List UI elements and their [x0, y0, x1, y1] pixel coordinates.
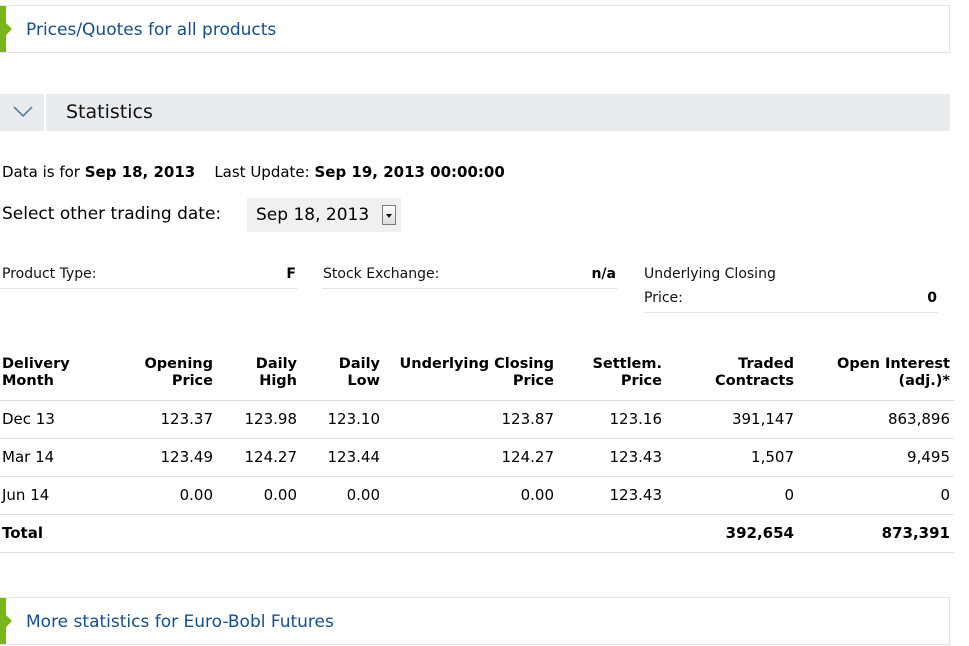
collapse-toggle-button[interactable] — [0, 94, 46, 131]
statistics-table: Delivery Month Opening Price Daily High Dai… — [0, 356, 954, 553]
empty-cell — [100, 514, 217, 553]
divider — [322, 288, 617, 289]
total-traded-contracts-cell: 392,654 — [666, 514, 798, 553]
underlying-closing-cell: 124.27 — [384, 438, 558, 477]
prices-quotes-link[interactable]: Prices/Quotes for all products — [26, 6, 276, 54]
table-row: Jun 14 0.00 0.00 0.00 0.00 123.43 0 0 — [0, 476, 954, 515]
data-is-for-label: Data is for — [2, 163, 80, 181]
empty-cell — [301, 514, 384, 553]
table-header-row: Delivery Month Opening Price Daily High Dai… — [0, 356, 954, 401]
underlying-closing-cell: 123.87 — [384, 400, 558, 439]
trading-date-label: Select other trading date: — [2, 204, 222, 224]
table-total-row: Total 392,654 873,391 — [0, 514, 954, 553]
daily-high-cell: 124.27 — [217, 438, 301, 477]
total-open-interest-cell: 873,391 — [798, 514, 954, 553]
last-update-value: Sep 19, 2013 00:00:00 — [314, 163, 505, 181]
opening-price-cell: 123.37 — [100, 400, 217, 439]
opening-price-cell: 0.00 — [100, 476, 217, 515]
chevron-down-icon — [13, 106, 33, 118]
product-type-label: Product Type: — [2, 266, 97, 282]
stock-exchange-label: Stock Exchange: — [323, 266, 440, 282]
daily-low-cell: 123.44 — [301, 438, 384, 477]
traded-contracts-cell: 1,507 — [666, 438, 798, 477]
delivery-month-cell: Jun 14 — [0, 476, 100, 515]
empty-cell — [217, 514, 301, 553]
settlement-price-cell: 123.43 — [558, 438, 666, 477]
underlying-closing-label-price: Price: — [644, 290, 683, 306]
header-opening-price: Opening Price — [100, 356, 217, 401]
daily-low-cell: 0.00 — [301, 476, 384, 515]
header-traded-contracts: Traded Contracts — [666, 356, 798, 401]
open-interest-cell: 9,495 — [798, 438, 954, 477]
opening-price-cell: 123.49 — [100, 438, 217, 477]
total-label-cell: Total — [0, 514, 100, 553]
triangle-right-icon — [6, 615, 12, 627]
open-interest-cell: 0 — [798, 476, 954, 515]
header-daily-high: Daily High — [217, 356, 301, 401]
empty-cell — [558, 514, 666, 553]
daily-high-cell: 0.00 — [217, 476, 301, 515]
delivery-month-cell: Mar 14 — [0, 438, 100, 477]
underlying-closing-label: Underlying Closing — [644, 266, 776, 282]
trading-date-value: Sep 18, 2013 — [256, 205, 370, 225]
underlying-closing-cell: 0.00 — [384, 476, 558, 515]
prices-quotes-link-box[interactable]: Prices/Quotes for all products — [0, 5, 950, 53]
traded-contracts-cell: 0 — [666, 476, 798, 515]
delivery-month-cell: Dec 13 — [0, 400, 100, 439]
last-update-label: Last Update: — [214, 163, 310, 181]
header-delivery-month: Delivery Month — [0, 356, 100, 401]
header-underlying-closing-price: Underlying Closing Price — [384, 356, 558, 401]
data-info-line: Data is for Sep 18, 2013 Last Update: Se… — [2, 163, 505, 181]
page: Prices/Quotes for all products Statistic… — [0, 0, 969, 645]
empty-cell — [384, 514, 558, 553]
triangle-right-icon — [6, 23, 12, 35]
divider — [644, 312, 938, 313]
underlying-closing-value: 0 — [927, 290, 937, 306]
header-daily-low: Daily Low — [301, 356, 384, 401]
section-title: Statistics — [66, 101, 153, 123]
daily-high-cell: 123.98 — [217, 400, 301, 439]
table-row: Dec 13 123.37 123.98 123.10 123.87 123.1… — [0, 400, 954, 439]
header-settlement-price: Settlem. Price — [558, 356, 666, 401]
settlement-price-cell: 123.43 — [558, 476, 666, 515]
open-interest-cell: 863,896 — [798, 400, 954, 439]
chevron-down-icon[interactable] — [382, 205, 396, 225]
trading-date-select[interactable]: Sep 18, 2013 — [247, 198, 401, 232]
data-date: Sep 18, 2013 — [84, 163, 196, 181]
traded-contracts-cell: 391,147 — [666, 400, 798, 439]
divider — [0, 288, 297, 289]
header-open-interest: Open Interest (adj.)* — [798, 356, 954, 401]
settlement-price-cell: 123.16 — [558, 400, 666, 439]
daily-low-cell: 123.10 — [301, 400, 384, 439]
more-statistics-link-box[interactable]: More statistics for Euro-Bobl Futures — [0, 597, 950, 645]
stock-exchange-value: n/a — [591, 266, 616, 282]
table-row: Mar 14 123.49 124.27 123.44 124.27 123.4… — [0, 438, 954, 477]
statistics-section-header: Statistics — [0, 94, 950, 131]
product-type-value: F — [286, 266, 296, 282]
more-statistics-link[interactable]: More statistics for Euro-Bobl Futures — [26, 598, 334, 646]
